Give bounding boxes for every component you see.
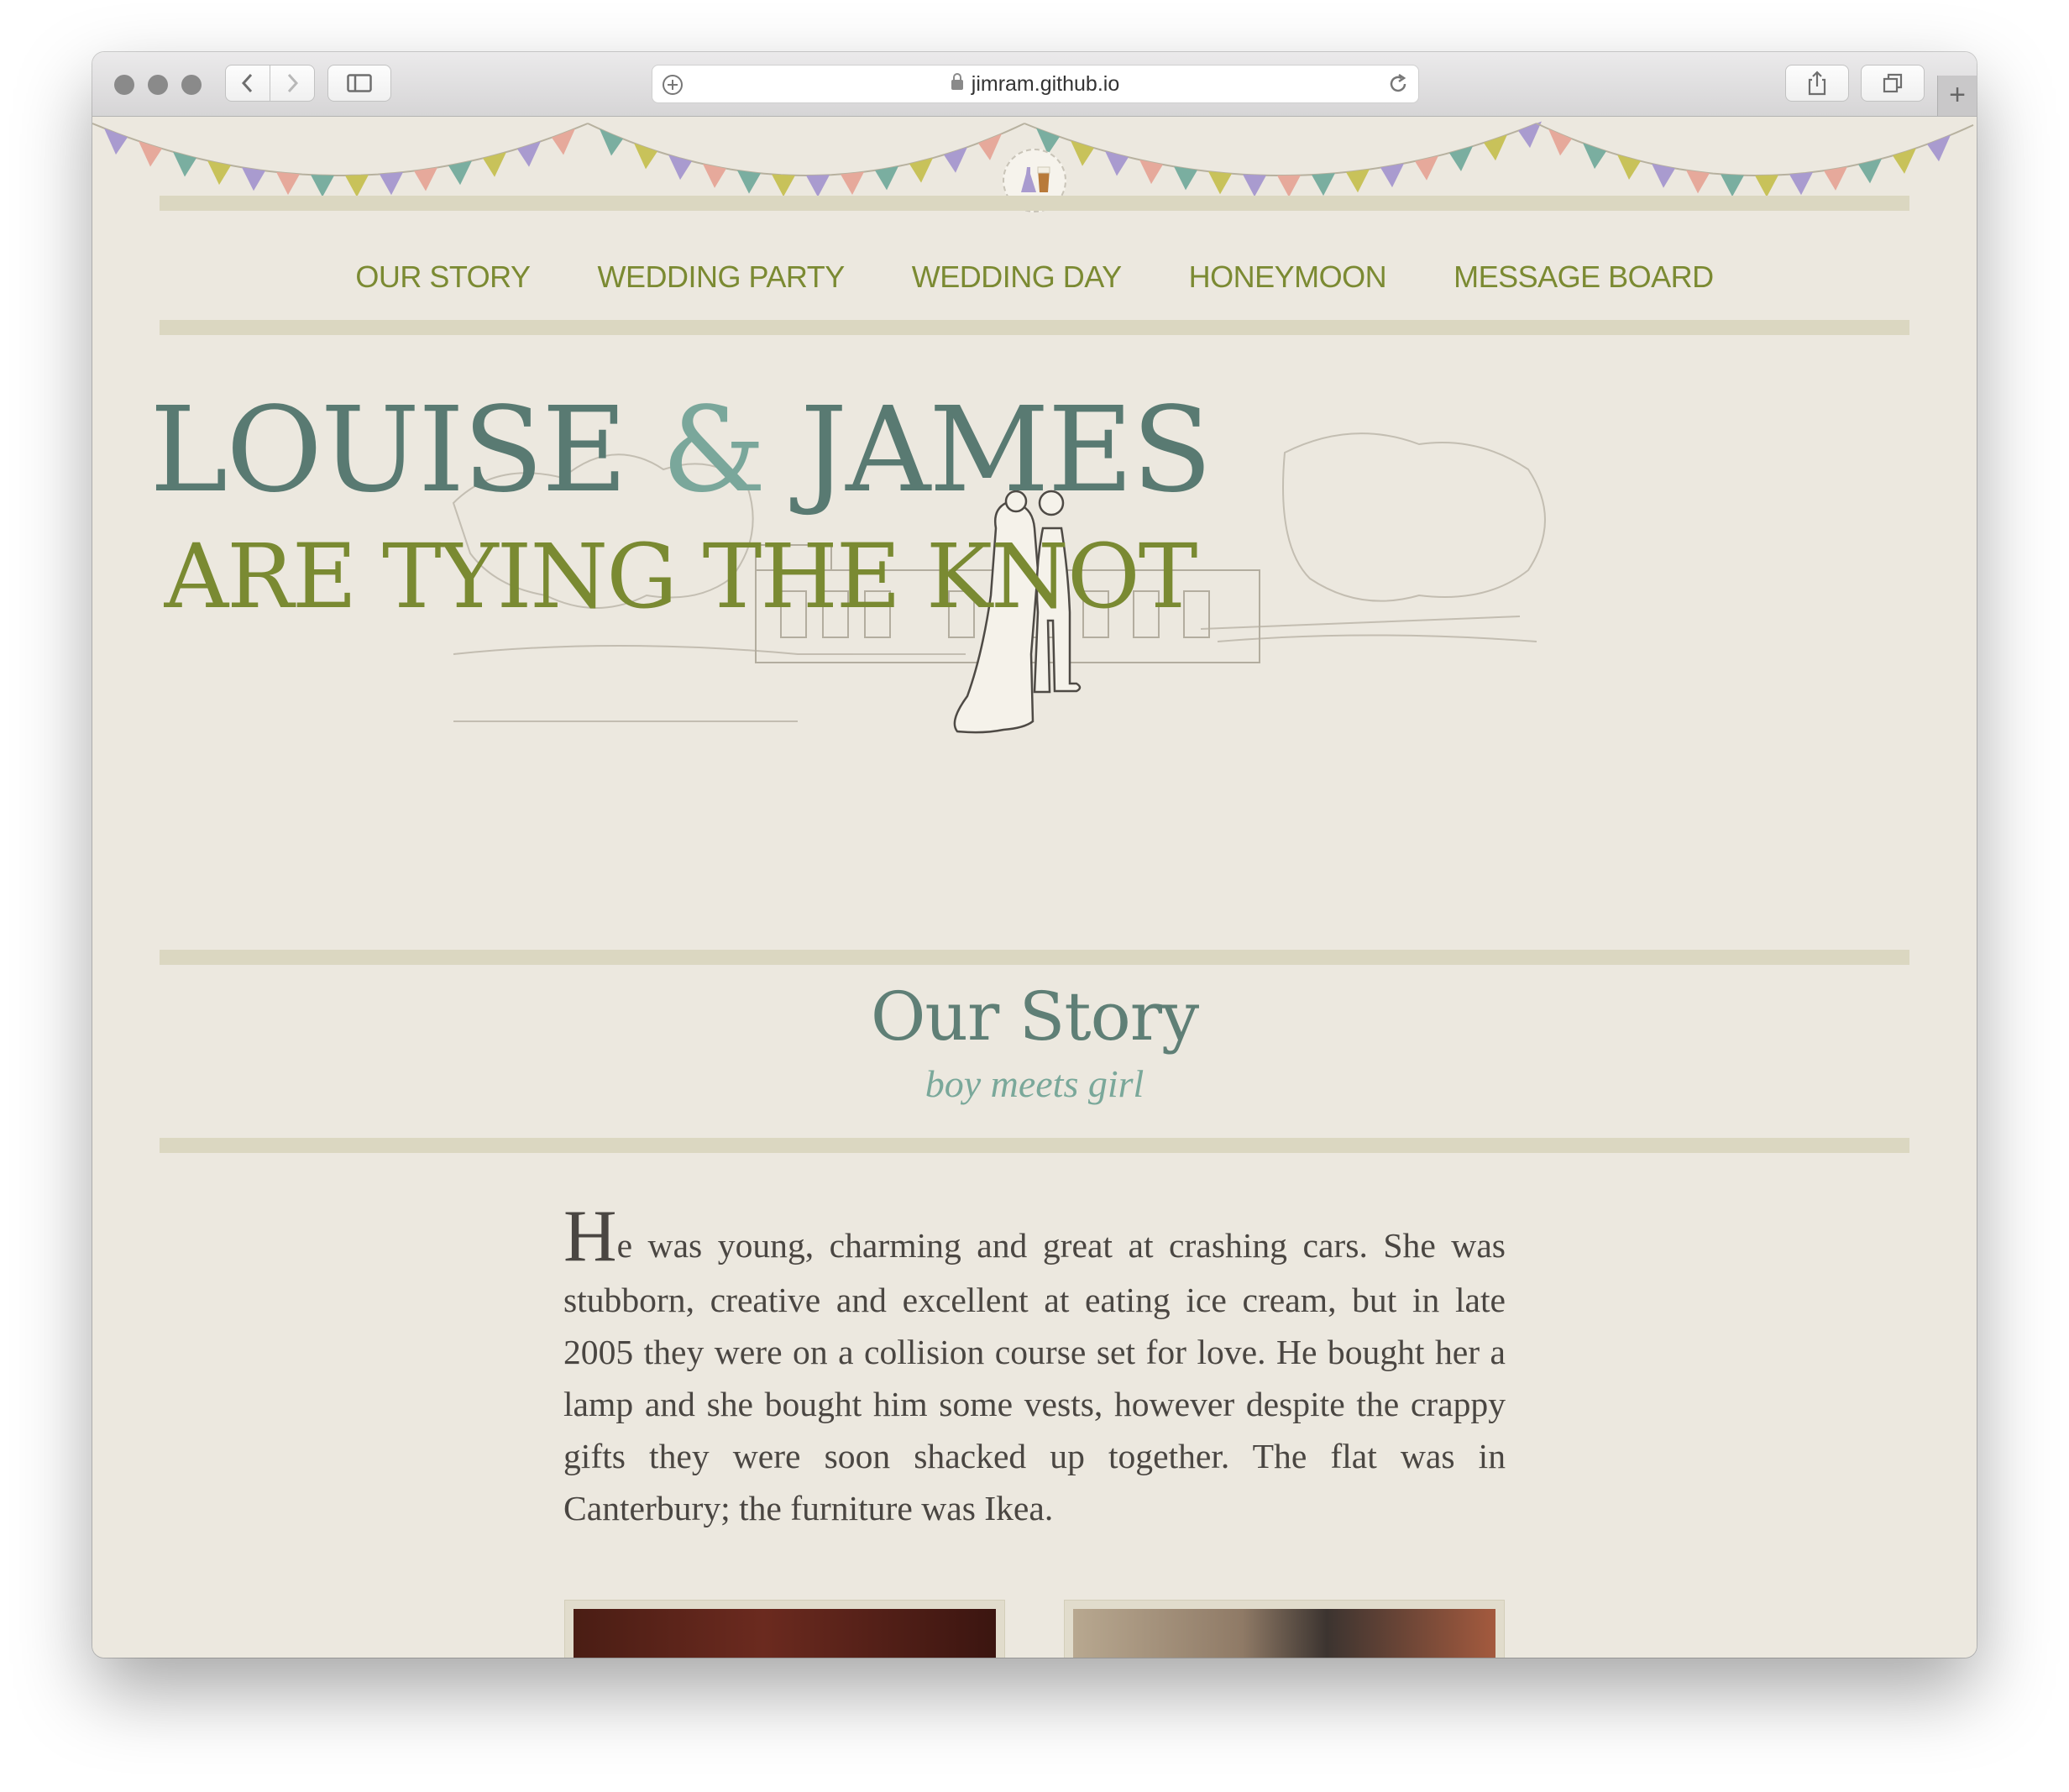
back-icon bbox=[241, 73, 253, 93]
bunting-flag bbox=[173, 151, 196, 177]
nav-wedding-party[interactable]: WEDDING PARTY bbox=[598, 259, 846, 294]
bunting-flag bbox=[1449, 146, 1473, 172]
story-paragraph: He was young, charming and great at cras… bbox=[563, 1200, 1506, 1534]
bunting-flag bbox=[242, 167, 265, 191]
minimize-window-button[interactable] bbox=[148, 75, 168, 95]
bunting-flag bbox=[1208, 171, 1232, 195]
back-button[interactable] bbox=[225, 65, 270, 102]
zoom-window-button[interactable] bbox=[181, 75, 202, 95]
forward-button[interactable] bbox=[270, 65, 315, 102]
section-divider-top bbox=[160, 950, 1909, 965]
section-subtitle: boy meets girl bbox=[925, 1062, 1144, 1105]
sidebar-icon bbox=[347, 74, 372, 92]
bunting-flag bbox=[483, 152, 506, 177]
bunting-flag bbox=[1243, 174, 1266, 197]
forward-icon bbox=[287, 73, 299, 93]
bunting-flag bbox=[668, 155, 692, 181]
section-divider-bottom bbox=[160, 1138, 1909, 1153]
bunting-flag bbox=[1789, 171, 1813, 196]
new-tab-button[interactable]: + bbox=[1937, 76, 1977, 116]
bunting-flag bbox=[1686, 170, 1710, 194]
web-page: OUR STORY WEDDING PARTY WEDDING DAY HONEYMO… bbox=[92, 117, 1977, 1658]
photo-image bbox=[574, 1609, 996, 1658]
nav-wedding-day[interactable]: WEDDING DAY bbox=[912, 259, 1122, 294]
bunting-flag bbox=[875, 165, 898, 191]
bunting-flag bbox=[1174, 166, 1197, 191]
groom-name: JAMES bbox=[800, 382, 1213, 519]
bunting-flag bbox=[1893, 148, 1916, 174]
bunting-flag bbox=[517, 141, 541, 167]
bunting-flag bbox=[772, 174, 795, 197]
bunting-flag bbox=[345, 175, 369, 197]
share-button[interactable] bbox=[1785, 65, 1849, 102]
bunting-flag bbox=[909, 158, 933, 183]
bunting-flag bbox=[1858, 158, 1882, 184]
section-title: Our Story bbox=[870, 977, 1199, 1056]
bunting-flag bbox=[1415, 155, 1438, 181]
share-icon bbox=[1808, 71, 1826, 96]
nav-divider-top bbox=[160, 196, 1909, 211]
bunting-flag bbox=[1721, 174, 1744, 197]
tabs-icon bbox=[1883, 73, 1903, 93]
bunting-flag bbox=[380, 171, 403, 196]
ampersand: & bbox=[661, 382, 767, 519]
bunting-flag bbox=[1824, 166, 1847, 191]
bunting-string bbox=[92, 123, 589, 176]
photo-image bbox=[1073, 1609, 1495, 1658]
bunting-flag bbox=[944, 147, 967, 173]
bunting-flag bbox=[276, 171, 300, 196]
bunting-string bbox=[587, 123, 1025, 177]
url-text: jimram.github.io bbox=[971, 72, 1120, 96]
bunting-flag bbox=[1755, 175, 1778, 197]
bunting-flag bbox=[1346, 169, 1370, 193]
bunting-flag bbox=[600, 128, 623, 156]
story-text: e was young, charming and great at crash… bbox=[563, 1226, 1506, 1527]
bunting-flag bbox=[1277, 175, 1301, 197]
sidebar-button[interactable] bbox=[327, 65, 391, 102]
bunting-string bbox=[1536, 123, 1974, 177]
nav-divider-bottom bbox=[160, 320, 1909, 335]
bunting-flag bbox=[1380, 163, 1404, 188]
couple-names: LOUISE & JAMES bbox=[92, 392, 1268, 510]
bunting-flag bbox=[737, 170, 761, 194]
bunting-flag bbox=[1617, 155, 1641, 180]
bunting-flag bbox=[806, 175, 830, 197]
bunting-flag bbox=[414, 167, 437, 191]
bunting-flag bbox=[311, 175, 334, 197]
drop-cap: H bbox=[563, 1196, 617, 1277]
show-tabs-button[interactable] bbox=[1861, 65, 1925, 102]
hero-tagline: ARE TYING THE KNOT bbox=[164, 525, 1198, 628]
address-bar[interactable]: jimram.github.io bbox=[652, 65, 1419, 103]
bunting-flag bbox=[841, 171, 864, 196]
bunting-flag bbox=[139, 140, 162, 167]
url-display: jimram.github.io bbox=[652, 72, 1418, 97]
bunting-flag bbox=[1105, 150, 1129, 176]
nav-honeymoon[interactable]: HONEYMOON bbox=[1189, 259, 1387, 294]
nav-our-story[interactable]: OUR STORY bbox=[355, 259, 531, 294]
bunting-flag bbox=[1071, 140, 1094, 166]
browser-window: jimram.github.io + OUR STORY WEDDING PART… bbox=[92, 52, 1977, 1658]
nav-message-board[interactable]: MESSAGE BOARD bbox=[1454, 259, 1714, 294]
reload-icon[interactable] bbox=[1386, 72, 1410, 96]
bride-name: LOUISE bbox=[149, 382, 627, 519]
story-photo-right bbox=[1064, 1600, 1505, 1658]
main-navigation: OUR STORY WEDDING PARTY WEDDING DAY HONEYMO… bbox=[92, 259, 1977, 295]
browser-toolbar: jimram.github.io + bbox=[92, 52, 1977, 117]
bunting-flag bbox=[1312, 173, 1335, 196]
lock-icon bbox=[951, 73, 963, 90]
close-window-button[interactable] bbox=[114, 75, 134, 95]
story-photo-left bbox=[564, 1600, 1005, 1658]
bunting-flag bbox=[1548, 128, 1572, 156]
